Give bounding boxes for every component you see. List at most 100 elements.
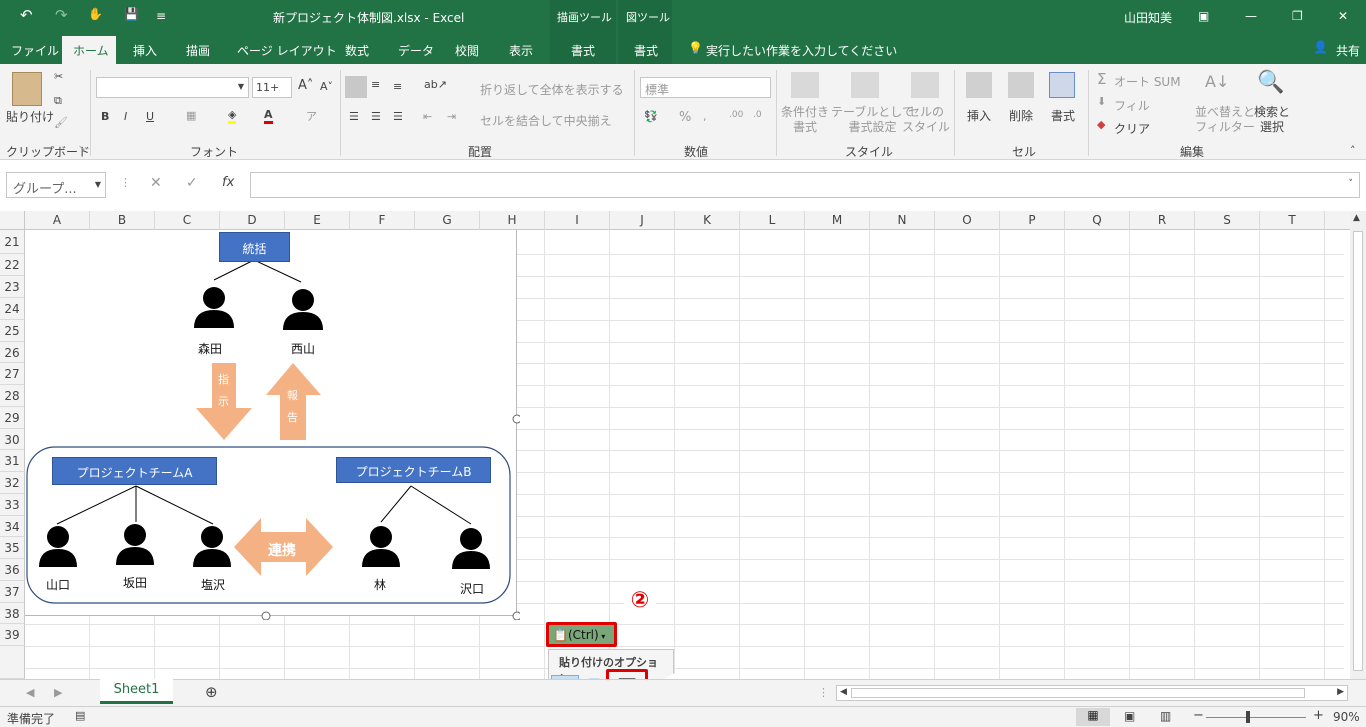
font-size-combo[interactable]: 11+ <box>252 77 292 98</box>
column-header[interactable]: N <box>870 211 935 230</box>
enter-icon[interactable]: ✓ <box>186 175 198 191</box>
row-header[interactable]: 23 <box>0 276 25 298</box>
restore-icon[interactable]: ❐ <box>1292 9 1303 23</box>
paste-icon[interactable] <box>12 72 42 106</box>
format-painter-icon[interactable]: 🖌 <box>54 116 68 129</box>
column-header[interactable]: F <box>350 211 415 230</box>
zoom-level[interactable]: 90% <box>1333 710 1360 724</box>
find-select-button[interactable]: 検索と 選択 <box>1254 105 1290 135</box>
column-header[interactable]: M <box>805 211 870 230</box>
align-bottom-icon[interactable]: ≡ <box>393 80 402 93</box>
row-header[interactable]: 36 <box>0 559 25 581</box>
percent-button[interactable]: % <box>679 110 691 125</box>
tab-data[interactable]: データ <box>398 42 434 59</box>
column-header[interactable]: S <box>1195 211 1260 230</box>
insert-cells-icon[interactable] <box>966 72 992 98</box>
format-cells-button[interactable]: 書式 <box>1051 107 1075 124</box>
minimize-icon[interactable]: — <box>1245 9 1257 23</box>
column-header[interactable]: I <box>545 211 610 230</box>
touch-mode-icon[interactable]: ✋ <box>88 7 103 21</box>
delete-cells-icon[interactable] <box>1008 72 1034 98</box>
align-left-icon[interactable]: ☰ <box>349 110 359 123</box>
column-header[interactable]: G <box>415 211 480 230</box>
row-header[interactable]: 31 <box>0 450 25 472</box>
column-header[interactable]: A <box>25 211 90 230</box>
tab-drawing-format[interactable]: 書式 <box>571 42 595 59</box>
close-icon[interactable]: ✕ <box>1338 9 1348 23</box>
bold-button[interactable]: B <box>101 110 109 123</box>
underline-button[interactable]: U <box>146 110 154 123</box>
row-header[interactable]: 33 <box>0 494 25 516</box>
redo-icon[interactable]: ↷ <box>55 6 68 24</box>
row-header[interactable]: 24 <box>0 298 25 320</box>
column-header[interactable]: K <box>675 211 740 230</box>
shape-top-box[interactable]: 統括 <box>219 232 290 262</box>
row-header[interactable]: 37 <box>0 581 25 603</box>
tab-draw[interactable]: 描画 <box>186 42 210 59</box>
macro-record-icon[interactable]: ▤ <box>75 709 85 722</box>
horizontal-scrollbar[interactable]: ◀ ▶ <box>836 685 1348 701</box>
row-header[interactable]: 25 <box>0 320 25 342</box>
column-header[interactable]: P <box>1000 211 1065 230</box>
row-header[interactable] <box>0 646 25 679</box>
sort-filter-icon[interactable]: A↓ <box>1205 72 1229 91</box>
row-header[interactable]: 32 <box>0 472 25 494</box>
tab-file[interactable]: ファイル <box>11 42 59 59</box>
page-break-view-icon[interactable]: ▥ <box>1160 709 1171 723</box>
font-color-icon[interactable]: A <box>264 108 273 124</box>
column-header[interactable]: J <box>610 211 675 230</box>
qat-customize-icon[interactable]: ≡ <box>156 9 166 23</box>
tab-home[interactable]: ホーム <box>62 36 116 64</box>
format-cells-icon[interactable] <box>1049 72 1075 98</box>
conditional-format-button[interactable]: 条件付き 書式 <box>781 105 829 135</box>
cell-styles-icon[interactable] <box>911 72 939 98</box>
zoom-slider[interactable] <box>1206 711 1306 723</box>
vertical-scroll-thumb[interactable] <box>1353 231 1363 671</box>
cell-styles-button[interactable]: セルの スタイル <box>902 105 950 135</box>
row-header[interactable]: 38 <box>0 603 25 624</box>
tab-view[interactable]: 表示 <box>509 42 533 59</box>
insert-cells-button[interactable]: 挿入 <box>967 107 991 124</box>
paste-button[interactable]: 貼り付け <box>6 108 54 125</box>
zoom-out-icon[interactable]: − <box>1193 708 1204 723</box>
save-icon[interactable]: 💾 <box>124 7 139 21</box>
column-header[interactable]: O <box>935 211 1000 230</box>
worksheet-grid[interactable]: 統括 森田 西山 指 示 報 告 プロジェクトチームA プロジェクトチームB 山… <box>25 230 1344 679</box>
row-header[interactable]: 28 <box>0 385 25 407</box>
delete-cells-button[interactable]: 削除 <box>1009 107 1033 124</box>
cut-icon[interactable]: ✂ <box>54 70 63 83</box>
select-all-corner[interactable] <box>0 211 25 230</box>
increase-decimal-icon[interactable]: .00 <box>729 110 743 120</box>
zoom-slider-thumb[interactable] <box>1246 711 1250 723</box>
comma-icon[interactable]: , <box>703 110 707 123</box>
sort-filter-button[interactable]: 並べ替えと フィルター <box>1195 105 1255 135</box>
increase-indent-icon[interactable]: ⇥ <box>447 110 456 123</box>
tab-page-layout[interactable]: ページ レイアウト <box>237 42 337 59</box>
user-name[interactable]: 山田知美 <box>1124 9 1172 26</box>
zoom-in-icon[interactable]: + <box>1313 708 1324 723</box>
autosum-button[interactable]: オート SUM <box>1114 73 1181 90</box>
share-button[interactable]: 共有 <box>1336 42 1360 59</box>
vertical-scrollbar[interactable]: ▲ <box>1350 211 1366 679</box>
share-icon[interactable]: 👤 <box>1313 40 1328 54</box>
italic-button[interactable]: I <box>124 110 127 123</box>
row-header[interactable]: 26 <box>0 342 25 363</box>
column-header[interactable]: H <box>480 211 545 230</box>
split-handle-icon[interactable]: ⋮ <box>818 686 829 699</box>
fill-button[interactable]: フィル <box>1114 97 1150 114</box>
column-header[interactable]: T <box>1260 211 1325 230</box>
borders-icon[interactable]: ▦ <box>186 109 196 122</box>
align-middle-icon[interactable]: ≡ <box>371 78 380 91</box>
wrap-text-button[interactable]: 折り返して全体を表示する <box>480 81 624 98</box>
column-header[interactable]: C <box>155 211 220 230</box>
align-center-icon[interactable]: ☰ <box>371 110 381 123</box>
shape-team-b[interactable]: プロジェクトチームB <box>336 457 491 483</box>
align-top-icon[interactable] <box>345 76 367 98</box>
paste-options-button[interactable]: 📋(Ctrl) ▾ <box>546 622 617 647</box>
conditional-format-icon[interactable] <box>791 72 819 98</box>
add-sheet-icon[interactable]: ⊕ <box>205 683 218 701</box>
number-format-combo[interactable]: 標準 <box>640 77 771 98</box>
horizontal-scroll-thumb[interactable] <box>851 688 1305 698</box>
tab-insert[interactable]: 挿入 <box>133 42 157 59</box>
column-header[interactable]: E <box>285 211 350 230</box>
